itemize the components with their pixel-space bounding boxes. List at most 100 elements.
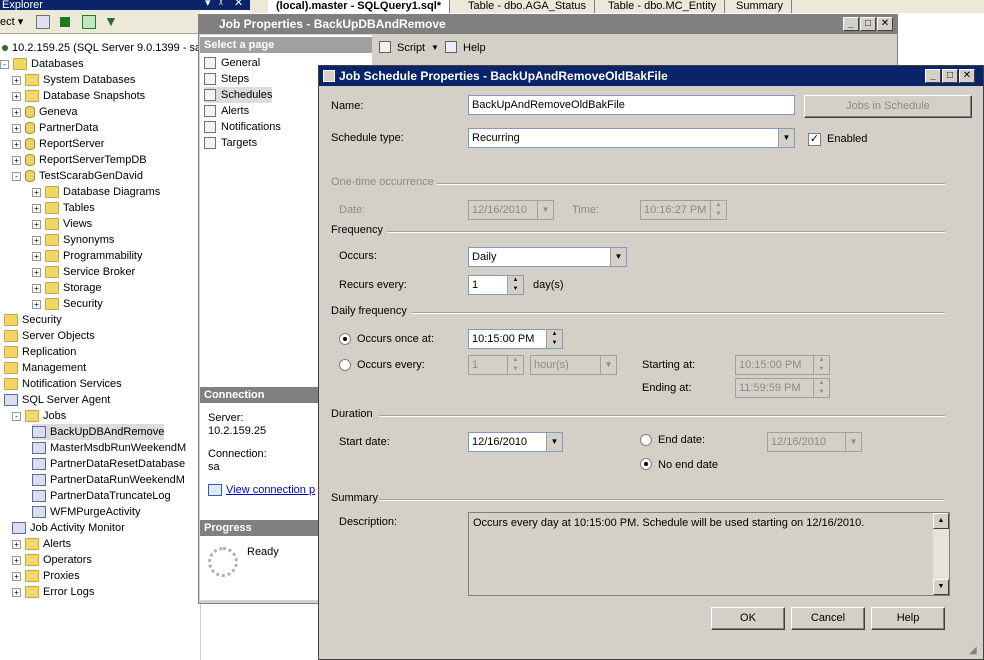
description-scrollbar[interactable]: ▲ ▼ (933, 513, 949, 595)
expand-icon[interactable]: + (32, 267, 41, 277)
tab-mc-entity[interactable]: Table - dbo.MC_Entity (600, 0, 726, 13)
tree-node[interactable]: + Storage (32, 280, 102, 296)
occurs-every-radio[interactable] (339, 359, 351, 371)
connect-button[interactable]: ect ▾ (0, 14, 23, 30)
cancel-button[interactable]: Cancel (791, 607, 865, 630)
tree-node[interactable]: BackUpDBAndRemove (32, 424, 165, 440)
collapse-icon[interactable]: - (12, 411, 21, 421)
expand-icon[interactable]: + (12, 123, 21, 133)
description-text[interactable]: Occurs every day at 10:15:00 PM. Schedul… (468, 512, 950, 596)
minimize-icon[interactable]: _ (843, 17, 859, 31)
enabled-checkbox[interactable]: ✓ (808, 133, 821, 146)
stop-icon[interactable] (60, 17, 70, 27)
tree-node[interactable]: + Tables (32, 200, 95, 216)
time-stepper[interactable]: 10:16:27 PM ▲ ▼ (640, 200, 727, 220)
tree-node[interactable]: Job Activity Monitor (12, 520, 125, 536)
resize-grip-icon[interactable]: ◢ (969, 645, 981, 657)
tree-node[interactable]: + Views (32, 216, 92, 232)
help-button[interactable]: Help (463, 41, 486, 55)
disconnect-icon[interactable] (36, 15, 50, 29)
recurs-stepper[interactable]: 1 ▲ ▼ (468, 275, 524, 295)
close-icon[interactable]: ✕ (959, 69, 975, 83)
occurs-once-radio[interactable] (339, 333, 351, 345)
server-node[interactable]: 10.2.159.25 (SQL Server 9.0.1399 - sa (2, 40, 200, 56)
expand-icon[interactable]: + (12, 75, 21, 85)
tree-node[interactable]: PartnerDataResetDatabase (32, 456, 185, 472)
page-schedules[interactable]: Schedules (204, 87, 273, 103)
tree-node[interactable]: Notification Services (0, 376, 122, 392)
scroll-down-icon[interactable]: ▼ (933, 579, 949, 595)
pin-icon[interactable]: ᵡ (219, 0, 223, 9)
scroll-up-icon[interactable]: ▲ (933, 513, 949, 529)
script-button[interactable]: Script (397, 41, 425, 55)
page-alerts[interactable]: Alerts (204, 103, 249, 119)
tree-node[interactable]: + ReportServer (12, 136, 104, 152)
close-icon[interactable]: ✕ (234, 0, 243, 9)
page-notifications[interactable]: Notifications (204, 119, 281, 135)
tree-node[interactable]: PartnerDataRunWeekendM (32, 472, 185, 488)
tree-node[interactable]: + ReportServerTempDB (12, 152, 147, 168)
close-icon[interactable]: ✕ (877, 17, 893, 31)
expand-icon[interactable]: + (12, 139, 21, 149)
start-date-picker[interactable]: 12/16/2010 ▼ (468, 432, 563, 452)
collapse-icon[interactable]: - (12, 171, 21, 181)
collapse-icon[interactable]: - (0, 59, 9, 69)
starting-at-stepper[interactable]: 10:15:00 PM ▲ ▼ (735, 355, 830, 375)
expand-icon[interactable]: + (12, 91, 21, 101)
filter-icon[interactable]: ▼ (104, 13, 118, 29)
tree-node[interactable]: + Operators (12, 552, 92, 568)
tree-node[interactable]: + Alerts (12, 536, 71, 552)
page-general[interactable]: General (204, 55, 260, 71)
script-dropdown-icon[interactable]: ▼ (431, 41, 439, 55)
refresh-icon[interactable] (82, 15, 96, 29)
tree-node[interactable]: + Synonyms (32, 232, 114, 248)
ending-at-stepper[interactable]: 11:59:59 PM ▲ ▼ (735, 378, 830, 398)
tab-sqlquery1[interactable]: (local).master - SQLQuery1.sql* (268, 0, 451, 13)
expand-icon[interactable]: + (32, 187, 41, 197)
tree-node[interactable]: MasterMsdbRunWeekendM (32, 440, 186, 456)
tree-node[interactable]: SQL Server Agent (0, 392, 110, 408)
occurs-select[interactable]: Daily ▼ (468, 247, 627, 267)
jobs-in-schedule-button[interactable]: Jobs in Schedule (804, 95, 972, 118)
schedule-type-select[interactable]: Recurring ▼ (468, 128, 795, 148)
expand-icon[interactable]: + (32, 219, 41, 229)
tab-summary[interactable]: Summary (728, 0, 793, 13)
expand-icon[interactable]: + (12, 539, 21, 549)
tree-node[interactable]: + Security (32, 296, 103, 312)
tree-node[interactable]: Replication (0, 344, 76, 360)
view-connection-link[interactable]: View connection p (208, 483, 315, 497)
tree-node[interactable]: + Database Diagrams (32, 184, 160, 200)
end-date-radio[interactable] (640, 434, 652, 446)
tree-node[interactable]: + Database Snapshots (12, 88, 145, 104)
tree-node[interactable]: + Error Logs (12, 584, 94, 600)
minimize-icon[interactable]: _ (925, 69, 941, 83)
tab-aga-status[interactable]: Table - dbo.AGA_Status (460, 0, 596, 13)
expand-icon[interactable]: + (32, 235, 41, 245)
expand-icon[interactable]: + (12, 107, 21, 117)
tree-node[interactable]: - Databases (0, 56, 84, 72)
occurs-every-unit-select[interactable]: hour(s) ▼ (530, 355, 617, 375)
expand-icon[interactable]: + (12, 155, 21, 165)
expand-icon[interactable]: + (12, 587, 21, 597)
page-steps[interactable]: Steps (204, 71, 249, 87)
tree-node[interactable]: Management (0, 360, 86, 376)
name-input[interactable]: BackUpAndRemoveOldBakFile (468, 95, 795, 115)
occurs-every-stepper[interactable]: 1 ▲ ▼ (468, 355, 524, 375)
end-date-picker[interactable]: 12/16/2010 ▼ (767, 432, 862, 452)
tree-node[interactable]: Server Objects (0, 328, 95, 344)
tree-node[interactable]: + Proxies (12, 568, 80, 584)
tree-node[interactable]: + Service Broker (32, 264, 135, 280)
expand-icon[interactable]: + (32, 251, 41, 261)
tree-node[interactable]: + Programmability (32, 248, 142, 264)
tree-node[interactable]: + System Databases (12, 72, 135, 88)
no-end-date-radio[interactable] (640, 458, 652, 470)
expand-icon[interactable]: + (32, 299, 41, 309)
tree-node[interactable]: - Jobs (12, 408, 66, 424)
help-button[interactable]: Help (871, 607, 945, 630)
maximize-icon[interactable]: □ (942, 69, 958, 83)
tree-node[interactable]: WFMPurgeActivity (32, 504, 140, 520)
tree-node[interactable]: + Geneva (12, 104, 78, 120)
occurs-once-time-stepper[interactable]: 10:15:00 PM ▲ ▼ (468, 329, 563, 349)
page-targets[interactable]: Targets (204, 135, 257, 151)
ok-button[interactable]: OK (711, 607, 785, 630)
